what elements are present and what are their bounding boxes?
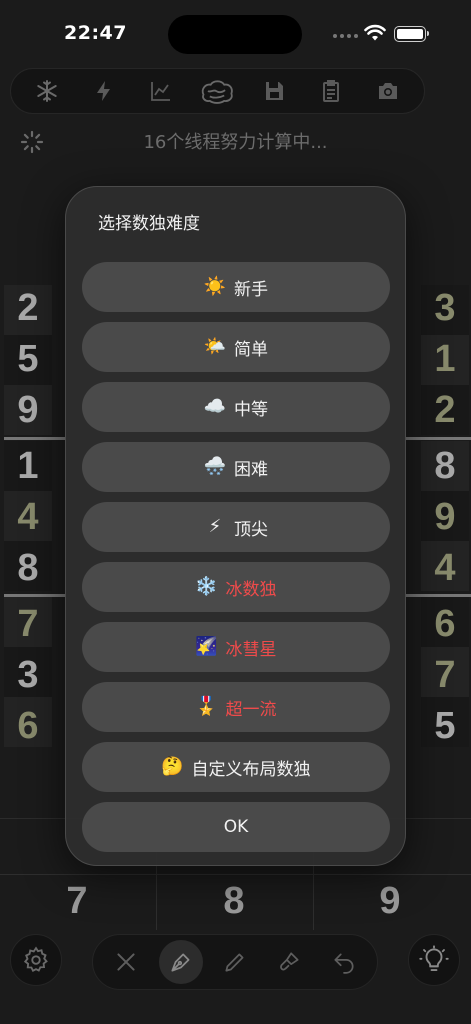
sudoku-cell[interactable]: 6 [8, 705, 48, 748]
sudoku-cell[interactable]: 1 [425, 338, 465, 381]
sudoku-cell[interactable]: 5 [425, 705, 465, 748]
pencil-icon [225, 953, 244, 972]
lightbulb-icon [419, 945, 449, 971]
sudoku-cell[interactable]: 7 [425, 654, 465, 697]
gear-icon [23, 946, 48, 973]
number-key-9[interactable]: 9 [360, 880, 420, 923]
hint-button[interactable] [408, 934, 460, 986]
ok-button[interactable]: OK [82, 802, 390, 852]
status-time: 22:47 [64, 22, 127, 44]
clear-tool-button[interactable] [104, 940, 148, 984]
difficulty-option-ice-sudoku[interactable]: ❄️ 冰数独 [82, 562, 390, 612]
battery-icon [394, 26, 429, 42]
undo-icon [334, 953, 354, 974]
sudoku-cell[interactable]: 3 [8, 654, 48, 697]
option-label: 困难 [234, 459, 268, 480]
pencil-tool-button[interactable] [213, 940, 257, 984]
computing-status: 16个线程努力计算中... [143, 132, 328, 153]
wifi-icon [364, 24, 386, 41]
option-label: 超一流 [225, 699, 277, 720]
sudoku-right-column: 3 1 2 8 9 4 6 7 5 [421, 285, 471, 765]
difficulty-option-hard[interactable]: 🌨️ 困难 [82, 442, 390, 492]
sudoku-cell[interactable]: 2 [425, 389, 465, 432]
thinking-face-icon: 🤔 [161, 756, 184, 777]
sudoku-cell[interactable]: 7 [8, 603, 48, 646]
status-bar: 22:47 [0, 0, 471, 66]
line-chart-icon[interactable] [143, 73, 179, 109]
sudoku-cell[interactable]: 1 [8, 445, 48, 488]
brush-icon [280, 952, 299, 971]
difficulty-option-custom-layout[interactable]: 🤔 自定义布局数独 [82, 742, 390, 792]
sudoku-cell[interactable]: 8 [8, 547, 48, 590]
pen-tool-button[interactable] [158, 940, 203, 984]
difficulty-dialog: 选择数独难度 ☀️ 新手 🌤️ 简单 ☁️ 中等 🌨️ 困难 ⚡ 顶尖 ❄️ 冰… [65, 186, 406, 866]
lightning-icon: ⚡ [208, 516, 222, 537]
number-key-7[interactable]: 7 [47, 880, 107, 923]
dynamic-island [168, 15, 302, 54]
sudoku-cell[interactable]: 4 [8, 496, 48, 539]
sudoku-cell[interactable]: 6 [425, 603, 465, 646]
snowflake-icon: ❄️ [195, 576, 218, 597]
dialog-title: 选择数独难度 [98, 214, 200, 234]
sudoku-cell[interactable]: 9 [8, 389, 48, 432]
sudoku-cell[interactable]: 8 [425, 445, 465, 488]
brush-tool-button[interactable] [267, 940, 311, 984]
difficulty-option-beginner[interactable]: ☀️ 新手 [82, 262, 390, 312]
bolt-icon[interactable] [86, 73, 122, 109]
close-icon [117, 953, 135, 971]
difficulty-option-ice-comet[interactable]: 🌠 冰彗星 [82, 622, 390, 672]
number-key-8[interactable]: 8 [204, 880, 264, 923]
box-divider [4, 437, 66, 440]
option-label: 中等 [234, 399, 268, 420]
ok-label: OK [223, 817, 249, 837]
sudoku-left-column: 2 5 9 1 4 8 7 3 6 [4, 285, 54, 765]
sudoku-cell[interactable]: 4 [425, 547, 465, 590]
option-label: 自定义布局数独 [191, 759, 311, 780]
signal-icon [333, 34, 358, 38]
fountain-pen-icon [171, 953, 190, 972]
box-divider [4, 594, 66, 597]
sudoku-cell[interactable]: 5 [8, 338, 48, 381]
floppy-disk-icon[interactable] [256, 73, 292, 109]
option-label: 简单 [234, 339, 268, 360]
sudoku-cell[interactable]: 3 [425, 287, 465, 330]
difficulty-option-easy[interactable]: 🌤️ 简单 [82, 322, 390, 372]
medal-icon: 🎖️ [195, 696, 218, 717]
option-label: 顶尖 [234, 519, 268, 540]
shooting-star-icon: 🌠 [195, 636, 218, 657]
sun-behind-cloud-icon: 🌤️ [203, 336, 227, 357]
sudoku-cell[interactable]: 2 [8, 287, 48, 330]
sudoku-cell[interactable]: 9 [425, 496, 465, 539]
option-label: 冰数独 [225, 579, 277, 600]
box-divider [405, 437, 471, 440]
difficulty-option-expert[interactable]: ⚡ 顶尖 [82, 502, 390, 552]
sun-icon: ☀️ [203, 276, 227, 297]
input-tool-bar [92, 934, 378, 990]
snow-cloud-icon: 🌨️ [203, 456, 227, 477]
camera-icon[interactable] [370, 73, 406, 109]
box-divider [405, 594, 471, 597]
difficulty-option-top-tier[interactable]: 🎖️ 超一流 [82, 682, 390, 732]
clipboard-icon[interactable] [313, 73, 349, 109]
option-label: 新手 [234, 279, 268, 300]
cloud-icon: ☁️ [203, 396, 227, 417]
brain-icon[interactable] [199, 73, 235, 109]
settings-button[interactable] [10, 934, 62, 986]
top-toolbar [10, 68, 425, 114]
snowflake-icon[interactable] [29, 73, 65, 109]
option-label: 冰彗星 [225, 639, 277, 660]
undo-button[interactable] [322, 940, 366, 984]
difficulty-option-medium[interactable]: ☁️ 中等 [82, 382, 390, 432]
keypad-divider [0, 874, 471, 875]
